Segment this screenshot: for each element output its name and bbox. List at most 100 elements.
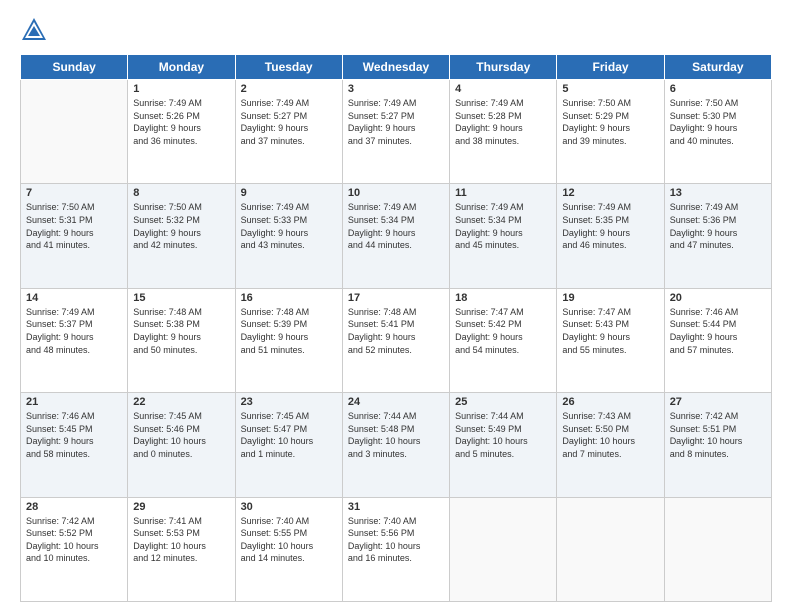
calendar-cell	[450, 497, 557, 601]
day-info: Sunrise: 7:49 AM Sunset: 5:34 PM Dayligh…	[348, 201, 444, 251]
calendar-cell: 9 Sunrise: 7:49 AM Sunset: 5:33 PM Daylig…	[235, 184, 342, 288]
day-number: 14	[26, 292, 122, 304]
day-number: 6	[670, 83, 766, 95]
day-number: 16	[241, 292, 337, 304]
day-info: Sunrise: 7:49 AM Sunset: 5:34 PM Dayligh…	[455, 201, 551, 251]
day-number: 3	[348, 83, 444, 95]
col-header-saturday: Saturday	[664, 55, 771, 80]
day-info: Sunrise: 7:49 AM Sunset: 5:27 PM Dayligh…	[348, 97, 444, 147]
day-number: 12	[562, 187, 658, 199]
calendar-cell: 16 Sunrise: 7:48 AM Sunset: 5:39 PM Dayli…	[235, 288, 342, 392]
day-info: Sunrise: 7:50 AM Sunset: 5:29 PM Dayligh…	[562, 97, 658, 147]
col-header-friday: Friday	[557, 55, 664, 80]
day-info: Sunrise: 7:41 AM Sunset: 5:53 PM Dayligh…	[133, 515, 229, 565]
day-info: Sunrise: 7:42 AM Sunset: 5:51 PM Dayligh…	[670, 410, 766, 460]
calendar-cell: 18Sunrise: 7:47 AM Sunset: 5:42 PM Dayli…	[450, 288, 557, 392]
day-number: 19	[562, 292, 658, 304]
day-info: Sunrise: 7:47 AM Sunset: 5:43 PM Dayligh…	[562, 306, 658, 356]
day-info: Sunrise: 7:49 AM Sunset: 5:33 PM Dayligh…	[241, 201, 337, 251]
logo	[20, 16, 52, 44]
calendar-week-2: 14 Sunrise: 7:49 AM Sunset: 5:37 PM Dayli…	[21, 288, 772, 392]
calendar-week-1: 7 Sunrise: 7:50 AM Sunset: 5:31 PM Daylig…	[21, 184, 772, 288]
calendar-cell: 1 Sunrise: 7:49 AM Sunset: 5:26 PM Daylig…	[128, 80, 235, 184]
day-info: Sunrise: 7:49 AM Sunset: 5:35 PM Dayligh…	[562, 201, 658, 251]
day-number: 20	[670, 292, 766, 304]
day-number: 22	[133, 396, 229, 408]
logo-icon	[20, 16, 48, 44]
header	[20, 16, 772, 44]
calendar-cell: 21 Sunrise: 7:46 AM Sunset: 5:45 PM Dayli…	[21, 393, 128, 497]
calendar-cell: 26 Sunrise: 7:43 AM Sunset: 5:50 PM Dayli…	[557, 393, 664, 497]
day-info: Sunrise: 7:48 AM Sunset: 5:41 PM Dayligh…	[348, 306, 444, 356]
calendar-cell: 19 Sunrise: 7:47 AM Sunset: 5:43 PM Dayli…	[557, 288, 664, 392]
day-number: 5	[562, 83, 658, 95]
calendar-cell: 7 Sunrise: 7:50 AM Sunset: 5:31 PM Daylig…	[21, 184, 128, 288]
col-header-sunday: Sunday	[21, 55, 128, 80]
day-info: Sunrise: 7:49 AM Sunset: 5:36 PM Dayligh…	[670, 201, 766, 251]
day-info: Sunrise: 7:50 AM Sunset: 5:30 PM Dayligh…	[670, 97, 766, 147]
day-number: 17	[348, 292, 444, 304]
day-number: 28	[26, 501, 122, 513]
day-number: 27	[670, 396, 766, 408]
page: SundayMondayTuesdayWednesdayThursdayFrid…	[0, 0, 792, 612]
day-number: 4	[455, 83, 551, 95]
calendar-cell	[557, 497, 664, 601]
calendar-cell: 15 Sunrise: 7:48 AM Sunset: 5:38 PM Dayli…	[128, 288, 235, 392]
day-number: 8	[133, 187, 229, 199]
day-number: 2	[241, 83, 337, 95]
calendar-cell: 14 Sunrise: 7:49 AM Sunset: 5:37 PM Dayli…	[21, 288, 128, 392]
day-info: Sunrise: 7:45 AM Sunset: 5:47 PM Dayligh…	[241, 410, 337, 460]
day-info: Sunrise: 7:44 AM Sunset: 5:48 PM Dayligh…	[348, 410, 444, 460]
day-number: 1	[133, 83, 229, 95]
calendar-week-0: 1 Sunrise: 7:49 AM Sunset: 5:26 PM Daylig…	[21, 80, 772, 184]
col-header-wednesday: Wednesday	[342, 55, 449, 80]
day-number: 30	[241, 501, 337, 513]
day-number: 23	[241, 396, 337, 408]
calendar-cell	[664, 497, 771, 601]
calendar-cell: 23 Sunrise: 7:45 AM Sunset: 5:47 PM Dayli…	[235, 393, 342, 497]
calendar-cell: 31 Sunrise: 7:40 AM Sunset: 5:56 PM Dayli…	[342, 497, 449, 601]
day-number: 13	[670, 187, 766, 199]
calendar-cell: 22Sunrise: 7:45 AM Sunset: 5:46 PM Dayli…	[128, 393, 235, 497]
day-info: Sunrise: 7:42 AM Sunset: 5:52 PM Dayligh…	[26, 515, 122, 565]
day-number: 7	[26, 187, 122, 199]
calendar-cell: 30 Sunrise: 7:40 AM Sunset: 5:55 PM Dayli…	[235, 497, 342, 601]
day-info: Sunrise: 7:43 AM Sunset: 5:50 PM Dayligh…	[562, 410, 658, 460]
day-number: 18	[455, 292, 551, 304]
day-number: 15	[133, 292, 229, 304]
day-info: Sunrise: 7:49 AM Sunset: 5:26 PM Dayligh…	[133, 97, 229, 147]
day-info: Sunrise: 7:46 AM Sunset: 5:44 PM Dayligh…	[670, 306, 766, 356]
day-info: Sunrise: 7:48 AM Sunset: 5:39 PM Dayligh…	[241, 306, 337, 356]
calendar-cell: 13 Sunrise: 7:49 AM Sunset: 5:36 PM Dayli…	[664, 184, 771, 288]
day-info: Sunrise: 7:48 AM Sunset: 5:38 PM Dayligh…	[133, 306, 229, 356]
day-number: 9	[241, 187, 337, 199]
day-number: 10	[348, 187, 444, 199]
day-info: Sunrise: 7:49 AM Sunset: 5:27 PM Dayligh…	[241, 97, 337, 147]
day-info: Sunrise: 7:44 AM Sunset: 5:49 PM Dayligh…	[455, 410, 551, 460]
day-number: 25	[455, 396, 551, 408]
calendar-cell: 29Sunrise: 7:41 AM Sunset: 5:53 PM Dayli…	[128, 497, 235, 601]
calendar-cell: 27 Sunrise: 7:42 AM Sunset: 5:51 PM Dayli…	[664, 393, 771, 497]
calendar-cell: 2 Sunrise: 7:49 AM Sunset: 5:27 PM Daylig…	[235, 80, 342, 184]
day-info: Sunrise: 7:40 AM Sunset: 5:55 PM Dayligh…	[241, 515, 337, 565]
day-info: Sunrise: 7:46 AM Sunset: 5:45 PM Dayligh…	[26, 410, 122, 460]
day-number: 26	[562, 396, 658, 408]
day-number: 31	[348, 501, 444, 513]
calendar-week-3: 21 Sunrise: 7:46 AM Sunset: 5:45 PM Dayli…	[21, 393, 772, 497]
day-number: 21	[26, 396, 122, 408]
day-info: Sunrise: 7:40 AM Sunset: 5:56 PM Dayligh…	[348, 515, 444, 565]
col-header-monday: Monday	[128, 55, 235, 80]
day-info: Sunrise: 7:49 AM Sunset: 5:37 PM Dayligh…	[26, 306, 122, 356]
calendar-cell: 4 Sunrise: 7:49 AM Sunset: 5:28 PM Daylig…	[450, 80, 557, 184]
calendar-week-4: 28 Sunrise: 7:42 AM Sunset: 5:52 PM Dayli…	[21, 497, 772, 601]
day-info: Sunrise: 7:50 AM Sunset: 5:31 PM Dayligh…	[26, 201, 122, 251]
day-number: 11	[455, 187, 551, 199]
calendar-header-row: SundayMondayTuesdayWednesdayThursdayFrid…	[21, 55, 772, 80]
col-header-tuesday: Tuesday	[235, 55, 342, 80]
calendar-cell: 20 Sunrise: 7:46 AM Sunset: 5:44 PM Dayli…	[664, 288, 771, 392]
day-info: Sunrise: 7:49 AM Sunset: 5:28 PM Dayligh…	[455, 97, 551, 147]
calendar-cell: 5 Sunrise: 7:50 AM Sunset: 5:29 PM Daylig…	[557, 80, 664, 184]
calendar-cell: 8Sunrise: 7:50 AM Sunset: 5:32 PM Daylig…	[128, 184, 235, 288]
calendar-cell: 6 Sunrise: 7:50 AM Sunset: 5:30 PM Daylig…	[664, 80, 771, 184]
col-header-thursday: Thursday	[450, 55, 557, 80]
